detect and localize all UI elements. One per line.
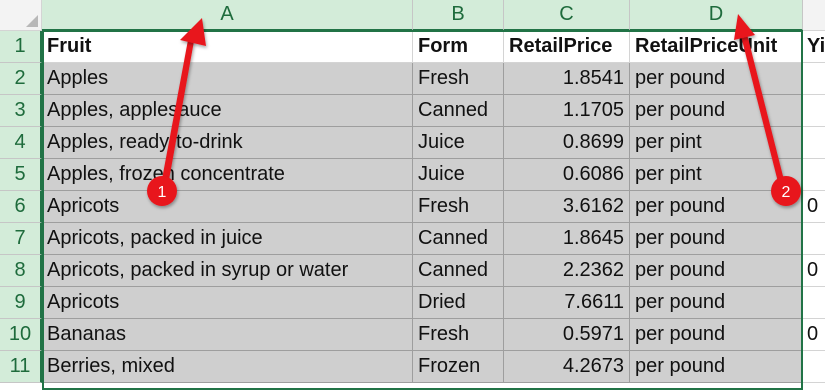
- row-header[interactable]: 11: [0, 351, 42, 383]
- select-all-triangle-icon: [26, 15, 38, 27]
- table-cell-fruit[interactable]: Apricots: [42, 191, 413, 223]
- column-title-cell[interactable]: RetailPriceUnit: [630, 31, 803, 63]
- column-header-b[interactable]: B: [413, 0, 504, 31]
- table-cell-extra[interactable]: [803, 223, 825, 255]
- table-cell-unit[interactable]: per pound: [630, 255, 803, 287]
- column-header-a[interactable]: A: [42, 0, 413, 31]
- table-cell-extra[interactable]: [803, 63, 825, 95]
- column-title-cell[interactable]: Fruit: [42, 31, 413, 63]
- table-cell-price[interactable]: 1.8645: [504, 223, 630, 255]
- table-cell-fruit[interactable]: Apricots, packed in juice: [42, 223, 413, 255]
- row-header[interactable]: 3: [0, 95, 42, 127]
- row-header[interactable]: 5: [0, 159, 42, 191]
- table-cell-form[interactable]: Canned: [413, 255, 504, 287]
- table-cell-fruit[interactable]: Apples, frozen concentrate: [42, 159, 413, 191]
- row-header[interactable]: 1: [0, 31, 42, 63]
- table-cell-unit[interactable]: per pint: [630, 159, 803, 191]
- table-cell-form[interactable]: Juice: [413, 159, 504, 191]
- table-cell-unit[interactable]: per pound: [630, 191, 803, 223]
- table-cell-fruit[interactable]: Apples, applesauce: [42, 95, 413, 127]
- table-cell-extra[interactable]: 0: [803, 255, 825, 287]
- table-cell-fruit[interactable]: Apples, ready-to-drink: [42, 127, 413, 159]
- table-cell-price[interactable]: 3.6162: [504, 191, 630, 223]
- table-cell-fruit[interactable]: Apricots: [42, 287, 413, 319]
- row-header[interactable]: 8: [0, 255, 42, 287]
- table-cell-form[interactable]: Fresh: [413, 191, 504, 223]
- row-header[interactable]: 10: [0, 319, 42, 351]
- spreadsheet-grid: A B C D 1 Fruit Form RetailPrice RetailPrice…: [0, 0, 825, 390]
- table-cell-extra[interactable]: 0: [803, 191, 825, 223]
- table-cell-price[interactable]: 0.6086: [504, 159, 630, 191]
- select-all-corner[interactable]: [0, 0, 42, 31]
- table-cell-form[interactable]: Frozen: [413, 351, 504, 383]
- table-cell-unit[interactable]: per pound: [630, 223, 803, 255]
- column-header-c[interactable]: C: [504, 0, 630, 31]
- table-cell-fruit[interactable]: Bananas: [42, 319, 413, 351]
- table-cell-price[interactable]: 7.6611: [504, 287, 630, 319]
- table-cell-unit[interactable]: per pound: [630, 319, 803, 351]
- column-header-e[interactable]: [803, 0, 825, 31]
- table-cell-form[interactable]: Canned: [413, 95, 504, 127]
- column-header-d[interactable]: D: [630, 0, 803, 31]
- table-cell-unit[interactable]: per pound: [630, 63, 803, 95]
- row-header[interactable]: 2: [0, 63, 42, 95]
- table-cell-unit[interactable]: per pint: [630, 127, 803, 159]
- table-cell-form[interactable]: Canned: [413, 223, 504, 255]
- table-cell-fruit[interactable]: Berries, mixed: [42, 351, 413, 383]
- column-title-cell[interactable]: RetailPrice: [504, 31, 630, 63]
- column-title-cell[interactable]: Form: [413, 31, 504, 63]
- table-cell-extra[interactable]: [803, 351, 825, 383]
- row-header[interactable]: 6: [0, 191, 42, 223]
- table-cell-form[interactable]: Fresh: [413, 319, 504, 351]
- row-header[interactable]: 9: [0, 287, 42, 319]
- table-cell-price[interactable]: 1.8541: [504, 63, 630, 95]
- table-cell-extra[interactable]: [803, 95, 825, 127]
- table-cell-form[interactable]: Juice: [413, 127, 504, 159]
- table-cell-price[interactable]: 0.5971: [504, 319, 630, 351]
- table-cell-extra[interactable]: [803, 287, 825, 319]
- table-cell-fruit[interactable]: Apples: [42, 63, 413, 95]
- table-cell-unit[interactable]: per pound: [630, 95, 803, 127]
- table-cell-unit[interactable]: per pound: [630, 351, 803, 383]
- table-cell-extra[interactable]: 0: [803, 319, 825, 351]
- table-cell-unit[interactable]: per pound: [630, 287, 803, 319]
- row-header[interactable]: 7: [0, 223, 42, 255]
- table-cell-extra[interactable]: Yi: [803, 31, 825, 63]
- table-cell-price[interactable]: 2.2362: [504, 255, 630, 287]
- table-cell-price[interactable]: 4.2673: [504, 351, 630, 383]
- table-cell-form[interactable]: Dried: [413, 287, 504, 319]
- table-cell-extra[interactable]: [803, 159, 825, 191]
- table-cell-price[interactable]: 0.8699: [504, 127, 630, 159]
- table-cell-fruit[interactable]: Apricots, packed in syrup or water: [42, 255, 413, 287]
- table-cell-form[interactable]: Fresh: [413, 63, 504, 95]
- row-header[interactable]: 4: [0, 127, 42, 159]
- table-cell-price[interactable]: 1.1705: [504, 95, 630, 127]
- table-cell-extra[interactable]: [803, 127, 825, 159]
